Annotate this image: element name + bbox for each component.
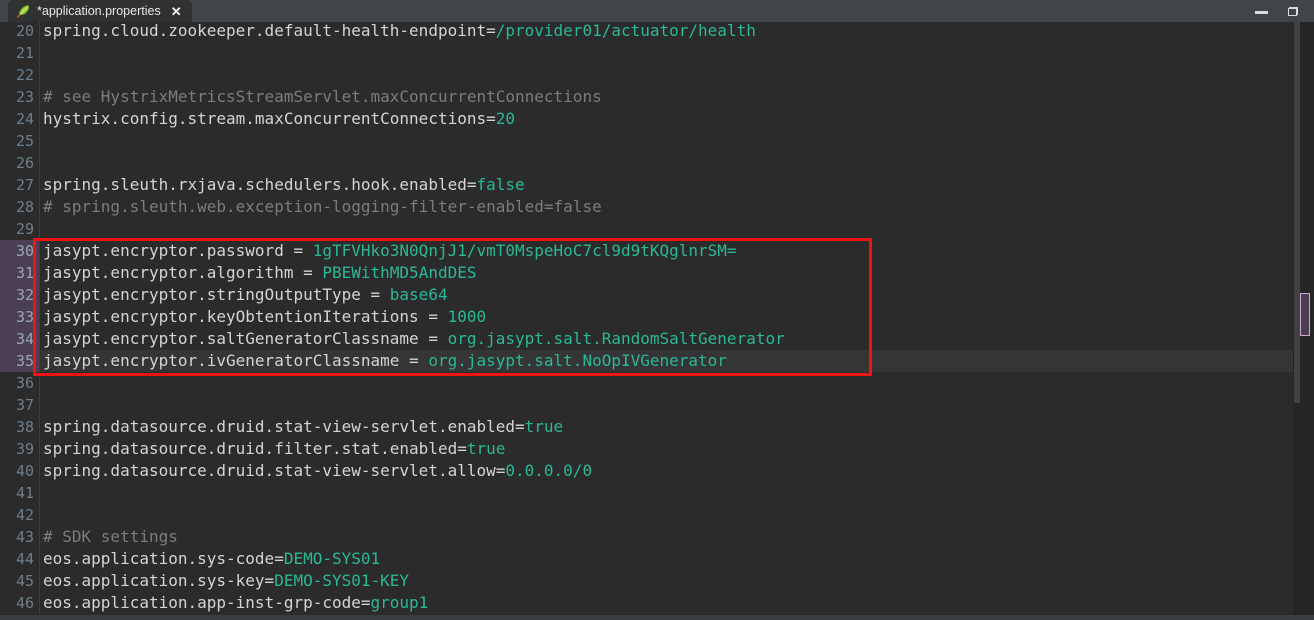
code-line-text: spring.datasource.druid.stat-view-servle…: [40, 416, 1314, 438]
line-number: 28: [0, 196, 40, 218]
code-line[interactable]: 25: [0, 130, 1314, 152]
line-number: 29: [0, 218, 40, 240]
code-line-text: jasypt.encryptor.ivGeneratorClassname = …: [40, 350, 1314, 372]
code-line-text: # see HystrixMetricsStreamServlet.maxCon…: [40, 86, 1314, 108]
code-line[interactable]: 27spring.sleuth.rxjava.schedulers.hook.e…: [0, 174, 1314, 196]
code-line[interactable]: 28# spring.sleuth.web.exception-logging-…: [0, 196, 1314, 218]
code-line[interactable]: 33jasypt.encryptor.keyObtentionIteration…: [0, 306, 1314, 328]
minimize-icon[interactable]: [1255, 11, 1268, 14]
line-number: 38: [0, 416, 40, 438]
code-line-text: [40, 42, 1314, 64]
code-line-text: # spring.sleuth.web.exception-logging-fi…: [40, 196, 1314, 218]
restore-front-square: [1288, 8, 1297, 16]
code-line[interactable]: 38spring.datasource.druid.stat-view-serv…: [0, 416, 1314, 438]
overview-ruler: [1293, 22, 1314, 615]
line-number: 24: [0, 108, 40, 130]
line-number: 35: [0, 350, 40, 372]
code-line-text: [40, 64, 1314, 86]
code-line-text: spring.sleuth.rxjava.schedulers.hook.ena…: [40, 174, 1314, 196]
window-controls: [1255, 0, 1298, 22]
code-line-text: spring.datasource.druid.stat-view-servle…: [40, 460, 1314, 482]
line-number: 43: [0, 526, 40, 548]
tab-bar: *application.properties ✕: [0, 0, 1314, 22]
code-line[interactable]: 26: [0, 152, 1314, 174]
line-number: 36: [0, 372, 40, 394]
code-line[interactable]: 23# see HystrixMetricsStreamServlet.maxC…: [0, 86, 1314, 108]
line-number: 30: [0, 240, 40, 262]
line-number: 44: [0, 548, 40, 570]
code-line[interactable]: 22: [0, 64, 1314, 86]
line-number: 25: [0, 130, 40, 152]
line-number: 27: [0, 174, 40, 196]
line-number: 33: [0, 306, 40, 328]
line-number: 22: [0, 64, 40, 86]
code-line-text: [40, 130, 1314, 152]
code-lines: 20spring.cloud.zookeeper.default-health-…: [0, 22, 1314, 614]
tab-application-properties[interactable]: *application.properties ✕: [8, 0, 192, 22]
code-line[interactable]: 24hystrix.config.stream.maxConcurrentCon…: [0, 108, 1314, 130]
line-number: 41: [0, 482, 40, 504]
code-line-text: [40, 482, 1314, 504]
code-line[interactable]: 32jasypt.encryptor.stringOutputType = ba…: [0, 284, 1314, 306]
line-number: 46: [0, 592, 40, 614]
code-line[interactable]: 44eos.application.sys-code=DEMO-SYS01: [0, 548, 1314, 570]
code-line[interactable]: 45eos.application.sys-key=DEMO-SYS01-KEY: [0, 570, 1314, 592]
line-number: 20: [0, 22, 40, 42]
code-line[interactable]: 42: [0, 504, 1314, 526]
line-number: 40: [0, 460, 40, 482]
line-number: 45: [0, 570, 40, 592]
ide-window: *application.properties ✕ 20spring.cloud…: [0, 0, 1314, 620]
code-line[interactable]: 21: [0, 42, 1314, 64]
restore-icon[interactable]: [1288, 7, 1298, 16]
code-line-text: eos.application.sys-key=DEMO-SYS01-KEY: [40, 570, 1314, 592]
tab-title: *application.properties: [37, 4, 161, 18]
editor-pane[interactable]: 20spring.cloud.zookeeper.default-health-…: [0, 22, 1314, 615]
tab-close-icon[interactable]: ✕: [171, 5, 182, 18]
code-line-text: jasypt.encryptor.stringOutputType = base…: [40, 284, 1314, 306]
code-line-text: jasypt.encryptor.password = 1gTFVHko3N0Q…: [40, 240, 1314, 262]
window-bottom-edge: [0, 615, 1314, 620]
code-line-text: jasypt.encryptor.algorithm = PBEWithMD5A…: [40, 262, 1314, 284]
line-number: 31: [0, 262, 40, 284]
code-line[interactable]: 39spring.datasource.druid.filter.stat.en…: [0, 438, 1314, 460]
line-number: 21: [0, 42, 40, 64]
vertical-scrollbar-thumb[interactable]: [1294, 22, 1300, 403]
code-line-text: hystrix.config.stream.maxConcurrentConne…: [40, 108, 1314, 130]
line-number: 26: [0, 152, 40, 174]
code-line[interactable]: 29: [0, 218, 1314, 240]
code-line[interactable]: 40spring.datasource.druid.stat-view-serv…: [0, 460, 1314, 482]
line-number: 34: [0, 328, 40, 350]
code-line[interactable]: 37: [0, 394, 1314, 416]
overview-ruler-marker[interactable]: [1300, 293, 1310, 336]
line-number: 23: [0, 86, 40, 108]
code-line-text: [40, 372, 1314, 394]
code-line-text: # SDK settings: [40, 526, 1314, 548]
code-line-text: [40, 152, 1314, 174]
code-line[interactable]: 20spring.cloud.zookeeper.default-health-…: [0, 22, 1314, 42]
code-line[interactable]: 31jasypt.encryptor.algorithm = PBEWithMD…: [0, 262, 1314, 284]
code-line[interactable]: 43# SDK settings: [0, 526, 1314, 548]
code-line-text: spring.cloud.zookeeper.default-health-en…: [40, 22, 1314, 42]
code-line-text: eos.application.sys-code=DEMO-SYS01: [40, 548, 1314, 570]
properties-file-feather-icon: [15, 4, 31, 19]
code-line-text: [40, 504, 1314, 526]
code-line-text: jasypt.encryptor.keyObtentionIterations …: [40, 306, 1314, 328]
line-number: 37: [0, 394, 40, 416]
code-line[interactable]: 30jasypt.encryptor.password = 1gTFVHko3N…: [0, 240, 1314, 262]
code-line[interactable]: 34jasypt.encryptor.saltGeneratorClassnam…: [0, 328, 1314, 350]
line-number: 32: [0, 284, 40, 306]
code-line[interactable]: 35jasypt.encryptor.ivGeneratorClassname …: [0, 350, 1314, 372]
code-line-text: [40, 394, 1314, 416]
line-number: 42: [0, 504, 40, 526]
code-line-text: [40, 218, 1314, 240]
code-line-text: jasypt.encryptor.saltGeneratorClassname …: [40, 328, 1314, 350]
code-line-text: eos.application.app-inst-grp-code=group1: [40, 592, 1314, 614]
code-line[interactable]: 36: [0, 372, 1314, 394]
code-line-text: spring.datasource.druid.filter.stat.enab…: [40, 438, 1314, 460]
line-number: 39: [0, 438, 40, 460]
code-line[interactable]: 41: [0, 482, 1314, 504]
code-line[interactable]: 46eos.application.app-inst-grp-code=grou…: [0, 592, 1314, 614]
